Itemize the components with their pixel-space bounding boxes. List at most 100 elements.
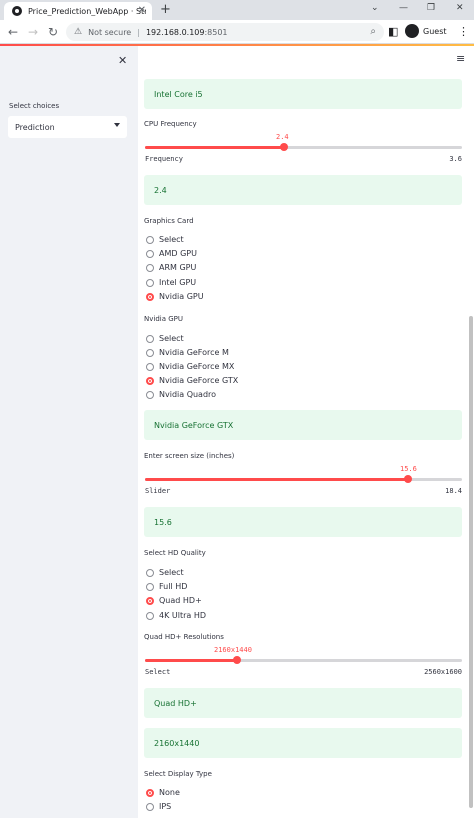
choices-select-value: Prediction [15, 122, 55, 132]
radio-label: ARM GPU [159, 263, 197, 272]
resolution-slider[interactable] [145, 656, 462, 664]
scrollbar[interactable] [469, 316, 473, 808]
select-choices-label: Select choices [9, 102, 60, 110]
screen-size-slider[interactable] [145, 475, 462, 483]
radio-circle-icon [146, 802, 154, 811]
radio-circle-icon [146, 334, 154, 343]
radio-circle-icon [146, 390, 154, 399]
streamlit-favicon-icon [12, 6, 22, 16]
slider-fill [145, 478, 408, 481]
radio-option[interactable]: 4K Ultra HD [146, 611, 206, 620]
radio-option[interactable]: AMD GPU [146, 249, 197, 258]
screen-size-label: Enter screen size (inches) [144, 452, 235, 460]
cpu-frequency-label: CPU Frequency [144, 120, 197, 128]
close-sidebar-icon[interactable]: ✕ [118, 54, 127, 67]
tab-title: Price_Prediction_WebApp · Strea [28, 6, 146, 16]
radio-label: Intel GPU [159, 278, 197, 287]
sidebar: ✕ Select choices Prediction [0, 46, 138, 818]
forward-icon[interactable]: → [28, 25, 38, 39]
radio-circle-icon [146, 582, 154, 591]
radio-option[interactable]: Select [146, 334, 184, 343]
resolution-label: Quad HD+ Resolutions [144, 633, 224, 641]
screen-size-value: 15.6 [400, 465, 417, 473]
resolution-min: Select [145, 668, 171, 676]
back-icon[interactable]: ← [8, 25, 18, 39]
main-content: ≡ Intel Core i5 CPU Frequency 2.4 Freque… [138, 46, 474, 818]
more-menu-icon[interactable]: ⋮ [458, 25, 469, 38]
radio-circle-icon [146, 263, 154, 272]
radio-label: Nvidia Quadro [159, 390, 217, 399]
resolution-max: 2560x1600 [424, 668, 462, 676]
choices-select[interactable]: Prediction [8, 116, 127, 138]
minimize-icon[interactable]: — [399, 3, 408, 13]
browser-tab-bar: Price_Prediction_WebApp · Strea ✕ + ⌄ — … [0, 0, 474, 20]
maximize-icon[interactable]: ❐ [427, 3, 435, 13]
url-host: 192.168.0.109 [145, 27, 205, 37]
radio-label: Nvidia GeForce MX [159, 362, 235, 371]
cpu-frequency-min: Frequency [145, 155, 183, 163]
radio-label: AMD GPU [159, 249, 197, 258]
radio-label: Nvidia GeForce GTX [159, 376, 239, 385]
radio-option[interactable]: Quad HD+ [146, 596, 202, 605]
cpu-frequency-slider[interactable] [145, 143, 462, 151]
radio-option[interactable]: Intel GPU [146, 278, 196, 287]
radio-label: Quad HD+ [159, 596, 202, 605]
browser-tab[interactable]: Price_Prediction_WebApp · Strea ✕ [4, 2, 152, 20]
radio-option[interactable]: Full HD [146, 582, 187, 591]
slider-handle[interactable] [233, 656, 241, 664]
tab-search-icon[interactable]: ⌄ [371, 3, 379, 13]
slider-fill [145, 659, 237, 662]
radio-label: None [159, 788, 180, 797]
radio-option[interactable]: Nvidia GeForce MX [146, 362, 234, 371]
cpu-frequency-info-box: 2.4 [144, 175, 462, 205]
profile-button[interactable]: Guest [405, 24, 447, 38]
radio-option[interactable]: None [146, 788, 180, 797]
screen-size-max: 18.4 [445, 487, 462, 495]
gpu-info-box: Nvidia GeForce GTX [144, 410, 462, 440]
radio-option[interactable]: Select [146, 235, 184, 244]
radio-option[interactable]: ARM GPU [146, 263, 196, 272]
hd-info-box: Quad HD+ [144, 688, 462, 718]
processor-info-box: Intel Core i5 [144, 79, 462, 109]
resolution-info-box: 2160x1440 [144, 728, 462, 758]
side-panel-icon[interactable]: ◧ [388, 25, 398, 38]
radio-label: Nvidia GPU [159, 292, 204, 301]
radio-option[interactable]: Select [146, 568, 184, 577]
radio-circle-icon [146, 376, 154, 385]
slider-handle[interactable] [404, 475, 412, 483]
radio-option[interactable]: IPS [146, 802, 171, 811]
radio-circle-icon [146, 292, 154, 301]
not-secure-label: Not secure [88, 27, 132, 37]
chevron-down-icon [114, 123, 120, 127]
radio-option[interactable]: Nvidia GeForce M [146, 348, 229, 357]
radio-circle-icon [146, 278, 154, 287]
radio-label: IPS [159, 802, 172, 811]
hamburger-menu-icon[interactable]: ≡ [456, 52, 465, 65]
window-close-icon[interactable]: ✕ [456, 3, 464, 13]
slider-handle[interactable] [280, 143, 288, 151]
tab-close-icon[interactable]: ✕ [138, 5, 146, 16]
nvidia-gpu-label: Nvidia GPU [144, 315, 183, 323]
radio-circle-icon [146, 596, 154, 605]
radio-circle-icon [146, 611, 154, 620]
screen-size-info-box: 15.6 [144, 507, 462, 537]
address-bar[interactable]: ⚠ Not secure | 192.168.0.109 :8501 ⌕ [66, 23, 384, 41]
radio-option[interactable]: Nvidia GeForce GTX [146, 376, 238, 385]
warning-icon: ⚠ [74, 27, 83, 37]
radio-circle-icon [146, 362, 154, 371]
radio-label: Select [159, 235, 184, 244]
hd-quality-label: Select HD Quality [144, 549, 206, 557]
profile-name: Guest [423, 26, 447, 36]
reload-icon[interactable]: ↻ [48, 25, 58, 39]
radio-circle-icon [146, 568, 154, 577]
screen-size-min: Slider [145, 487, 171, 495]
graphics-card-label: Graphics Card [144, 217, 194, 225]
radio-circle-icon [146, 249, 154, 258]
new-tab-icon[interactable]: + [160, 2, 171, 17]
cpu-frequency-value: 2.4 [276, 133, 289, 141]
radio-label: Select [159, 334, 184, 343]
radio-option[interactable]: Nvidia Quadro [146, 390, 216, 399]
search-icon[interactable]: ⌕ [370, 26, 376, 37]
radio-label: Nvidia GeForce M [159, 348, 229, 357]
radio-option[interactable]: Nvidia GPU [146, 292, 204, 301]
